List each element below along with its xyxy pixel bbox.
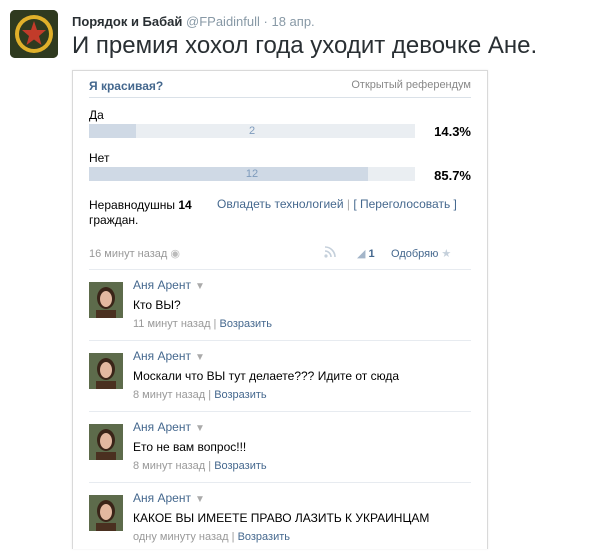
rss-icon[interactable]	[323, 245, 337, 262]
comment-text: КАКОЕ ВЫ ИМЕЕТЕ ПРАВО ЛАЗИТЬ К УКРАИНЦАМ	[133, 511, 430, 525]
poll-voter-stats: Неравнодушны 14 граждан.	[89, 198, 192, 228]
tweet-author-name[interactable]: Порядок и Бабай	[72, 14, 182, 29]
post-time-text: 16 минут назад	[89, 248, 168, 260]
comment-meta: одну минуту назад | Возразить	[133, 531, 291, 543]
revote-link[interactable]: [ Переголосовать ]	[353, 197, 457, 211]
tweet-author-handle[interactable]: @FPaidinfull	[186, 14, 260, 29]
dropdown-arrow-icon[interactable]: ▼	[195, 423, 205, 434]
share-count: 1	[368, 248, 375, 260]
poll-title: Я красивая?	[89, 79, 164, 93]
post-time[interactable]: 16 минут назад ◉	[89, 247, 180, 260]
poll-option-bar[interactable]: 2	[89, 124, 415, 138]
comment-time[interactable]: 11 минут назад	[133, 318, 211, 330]
dropdown-arrow-icon[interactable]: ▼	[195, 494, 205, 505]
comment-author[interactable]: Аня Арент ▼	[133, 349, 205, 363]
dropdown-arrow-icon[interactable]: ▼	[195, 281, 205, 292]
reply-link[interactable]: Возразить	[238, 531, 290, 543]
comment-author[interactable]: Аня Арент ▼	[133, 420, 205, 434]
like-button[interactable]: Одобряю ★	[391, 247, 451, 260]
tweet-header: Порядок и Бабай @FPaidinfull · 18 апр.	[72, 14, 315, 29]
comment-author-name: Аня Арент	[133, 349, 191, 363]
poll-option-percent: 14.3%	[434, 124, 471, 139]
reply-link[interactable]: Возразить	[214, 389, 266, 401]
star-icon: ★	[441, 248, 452, 260]
stats-count: 14	[178, 198, 192, 212]
comment-author-name: Аня Арент	[133, 420, 191, 434]
comment-author-name: Аня Арент	[133, 278, 191, 292]
comment-time[interactable]: 8 минут назад	[133, 460, 205, 472]
post-meta: 16 минут назад ◉ ◢ 1 Одобряю ★	[89, 245, 471, 261]
comment-item: Аня Арент ▼ Кто ВЫ? 11 минут назад | Возр…	[89, 269, 471, 340]
poll-option-count: 12	[245, 168, 259, 180]
star-emblem-icon	[10, 10, 58, 58]
android-icon: ◉	[170, 248, 180, 260]
comment-author[interactable]: Аня Арент ▼	[133, 278, 205, 292]
comment-item: Аня Арент ▼ КАКОЕ ВЫ ИМЕЕТЕ ПРАВО ЛАЗИТЬ …	[89, 482, 471, 553]
comment-text: Ето не вам вопрос!!!	[133, 440, 247, 454]
comment-avatar[interactable]	[89, 495, 123, 531]
share-button[interactable]: ◢ 1	[357, 247, 375, 260]
reply-link[interactable]: Возразить	[219, 318, 271, 330]
poll-actions: Овладеть технологией | [ Переголосовать …	[217, 197, 457, 211]
comment-text: Москали что ВЫ тут делаете??? Идите от с…	[133, 369, 400, 383]
comment-avatar[interactable]	[89, 282, 123, 318]
comment-item: Аня Арент ▼ Москали что ВЫ тут делаете???…	[89, 340, 471, 411]
poll-option-count: 2	[248, 125, 256, 137]
comment-item: Аня Арент ▼ Ето не вам вопрос!!! 8 минут …	[89, 411, 471, 482]
comment-author-name: Аня Арент	[133, 491, 191, 505]
comment-text: Кто ВЫ?	[133, 298, 181, 312]
comment-author[interactable]: Аня Арент ▼	[133, 491, 205, 505]
comment-avatar[interactable]	[89, 424, 123, 460]
comment-meta: 11 минут назад | Возразить	[133, 318, 272, 330]
stats-prefix: Неравнодушны	[89, 198, 179, 212]
reply-link[interactable]: Возразить	[214, 460, 266, 472]
comment-time[interactable]: 8 минут назад	[133, 389, 205, 401]
poll-type: Открытый референдум	[351, 79, 471, 91]
stats-suffix: граждан.	[89, 213, 139, 227]
dropdown-arrow-icon[interactable]: ▼	[195, 352, 205, 363]
comment-meta: 8 минут назад | Возразить	[133, 389, 267, 401]
like-label: Одобряю	[391, 248, 439, 260]
comment-avatar[interactable]	[89, 353, 123, 389]
poll-option-bar[interactable]: 12	[89, 167, 415, 181]
megaphone-icon: ◢	[357, 248, 366, 260]
poll-header: Я красивая? Открытый референдум	[89, 77, 471, 98]
comments-list: Аня Арент ▼ Кто ВЫ? 11 минут назад | Возр…	[89, 269, 471, 553]
tweet-text: И премия хохол года уходит девочке Ане.	[72, 32, 538, 59]
action-separator: |	[343, 197, 354, 211]
tweet-avatar[interactable]	[10, 10, 58, 58]
poll-option-label: Нет	[89, 151, 110, 165]
poll-option-percent: 85.7%	[434, 168, 471, 183]
vk-post-screenshot: Я красивая? Открытый референдум Да 2 14.…	[72, 70, 488, 549]
poll-option-label: Да	[89, 108, 104, 122]
tweet-date[interactable]: · 18 апр.	[264, 14, 315, 29]
master-technology-link[interactable]: Овладеть технологией	[217, 197, 344, 211]
comment-time[interactable]: одну минуту назад	[133, 531, 229, 543]
comment-meta: 8 минут назад | Возразить	[133, 460, 267, 472]
